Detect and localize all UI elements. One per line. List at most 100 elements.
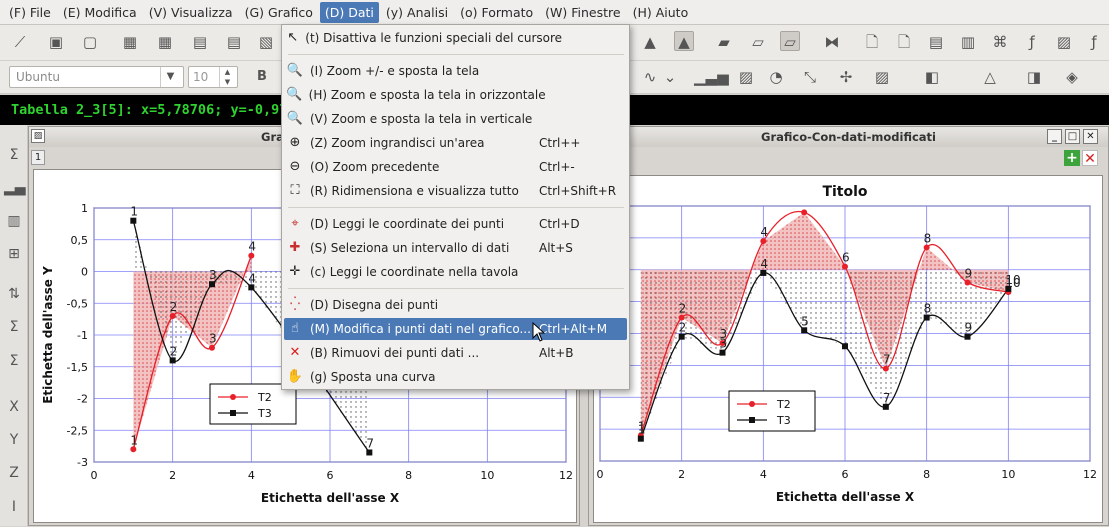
zoom-vertical-icon: 🔍: [286, 111, 304, 126]
close-button[interactable]: ✕: [1083, 129, 1098, 144]
menu-file[interactable]: (F) File: [4, 2, 56, 23]
x-axis-icon[interactable]: X: [4, 397, 24, 417]
menu-item-disable-cursor[interactable]: ↖ (t) Disattiva le funzioni speciali del …: [284, 27, 627, 49]
menu-finestre[interactable]: (W) Finestre: [540, 2, 625, 23]
image-icon[interactable]: ▨: [736, 67, 756, 87]
linked-icon[interactable]: ⧓: [822, 32, 842, 52]
mesh-alt-icon[interactable]: ▤: [224, 32, 244, 52]
new-table-icon[interactable]: ▤: [926, 32, 946, 52]
sum-rows-icon[interactable]: Σ: [4, 317, 24, 337]
3d-frame-icon[interactable]: ▢: [80, 32, 100, 52]
menu-grafico[interactable]: (G) Grafico: [240, 2, 318, 23]
font-size-spinbox[interactable]: ▲▼: [188, 66, 238, 88]
menu-modifica[interactable]: (E) Modifica: [58, 2, 142, 23]
menu-visualizza[interactable]: (V) Visualizza: [144, 2, 238, 23]
menu-item-remove-points[interactable]: ✕ (B) Rimuovi dei punti dati ... Alt+B: [284, 342, 627, 364]
surface-peak-icon[interactable]: ▲: [640, 32, 660, 52]
point-label: 8: [924, 302, 932, 316]
new-note-icon[interactable]: 🗋: [894, 32, 914, 52]
screen-reader-icon: ✛: [289, 264, 301, 279]
transform-icon[interactable]: ◈: [1062, 67, 1082, 87]
menu-item-zoom-horizontal[interactable]: 🔍 (H) Zoom e sposta la tela in orizzontal…: [284, 84, 627, 106]
curve-arrow-icon[interactable]: ⌄: [660, 67, 680, 87]
plane-outline-icon[interactable]: ▱: [780, 31, 800, 51]
sort-icon[interactable]: ⇅: [4, 284, 24, 304]
window-title-right: Grafico-Con-dati-modificati _ □ ✕: [589, 127, 1108, 147]
menu-item-zoom-area[interactable]: ⊕ (Z) Zoom ingrandisci un'area Ctrl++: [284, 132, 627, 154]
menu-item-read-table-coords[interactable]: ✛ (c) Leggi le coordinate nella tavola: [284, 261, 627, 283]
menu-formato[interactable]: (o) Formato: [455, 2, 538, 23]
menubar: (F) File (E) Modifica (V) Visualizza (G)…: [0, 0, 1109, 25]
maximize-button[interactable]: □: [1065, 129, 1080, 144]
font-family-select[interactable]: ▼: [9, 66, 184, 88]
font-size-input[interactable]: [189, 70, 219, 84]
bold-button[interactable]: B: [252, 67, 272, 87]
x-tick-label: 6: [327, 469, 334, 482]
add-layer-button[interactable]: +: [1064, 150, 1080, 166]
menu-dati[interactable]: (D) Dati: [319, 1, 379, 23]
crosshair-icon: ⌖: [291, 216, 299, 231]
sigma-icon[interactable]: Σ: [4, 145, 24, 165]
menu-analisi[interactable]: (y) Analisi: [381, 2, 453, 23]
new-graph-icon[interactable]: ⌘: [990, 32, 1010, 52]
menu-item-zoom-vertical[interactable]: 🔍 (V) Zoom e sposta la tela in verticale: [284, 108, 627, 130]
bar-chart-icon[interactable]: ▁▃▅: [694, 67, 729, 87]
grid-3d-alt-icon[interactable]: ▦: [155, 32, 175, 52]
function-fx-icon[interactable]: ƒ: [1084, 32, 1104, 52]
menu-item-move-curve[interactable]: ✋ (g) Sposta una curva: [284, 366, 627, 388]
point-label: 4: [760, 257, 768, 271]
remove-layer-button[interactable]: ✕: [1082, 150, 1098, 167]
minimize-button[interactable]: _: [1047, 129, 1062, 144]
curve-icon[interactable]: ∿: [640, 67, 660, 87]
menu-aiuto[interactable]: (H) Aiuto: [628, 2, 694, 23]
new-surface-icon[interactable]: ▨: [1054, 32, 1074, 52]
menu-item-rescale[interactable]: ⛶ (R) Ridimensiona e visualizza tutto Ctrl…: [284, 180, 627, 202]
x-tick-label: 8: [405, 469, 412, 482]
error-bar-icon[interactable]: I: [4, 497, 24, 517]
box-plot-icon[interactable]: ⊞: [4, 244, 24, 264]
plane-solid-icon[interactable]: ▰: [714, 32, 734, 52]
new-matrix-icon[interactable]: ▥: [958, 32, 978, 52]
stacked-layers-icon[interactable]: ◨: [1024, 67, 1044, 87]
image-plot-icon[interactable]: ▨: [872, 67, 892, 87]
cube-icon[interactable]: ▧: [256, 32, 276, 52]
y-axis-icon[interactable]: Y: [4, 430, 24, 450]
legend-entry: T3: [257, 407, 272, 420]
histogram-icon[interactable]: ▥: [4, 211, 24, 231]
zoom-out-icon: ⊖: [289, 159, 301, 174]
menu-item-read-coordinates[interactable]: ⌖ (D) Leggi le coordinate dei punti Ctrl+D: [284, 213, 627, 235]
z-axis-icon[interactable]: Z: [4, 463, 24, 483]
pie-chart-icon[interactable]: ◔: [766, 67, 786, 87]
bars-icon[interactable]: ▂▄: [4, 178, 26, 198]
plot-canvas-right[interactable]: 1 2 3 4 6 7 8 9 10 1 2 3 4 5 7 8 9 10 0 2 4 6 8 10 12 Etichetta d…: [593, 175, 1103, 523]
y-tick-label: -2,5: [67, 424, 88, 437]
grid-3d-icon[interactable]: ▦: [120, 32, 140, 52]
x-tick-label: 12: [559, 469, 573, 482]
3d-box-icon[interactable]: ▣: [46, 32, 66, 52]
layer-tab[interactable]: 1: [31, 150, 45, 165]
menu-item-select-range[interactable]: ✚ (S) Seleziona un intervallo di dati Alt+…: [284, 237, 627, 259]
menu-item-modify-points[interactable]: ☝ (M) Modifica i punti dati nel grafico..…: [284, 318, 627, 340]
spin-arrows-icon[interactable]: ▲ ▼: [219, 67, 235, 87]
chevron-down-icon[interactable]: ▼: [160, 67, 180, 87]
font-family-input[interactable]: [10, 70, 160, 84]
point-label: 7: [883, 353, 891, 367]
plane-dotted-icon[interactable]: ▱: [748, 32, 768, 52]
new-file-icon[interactable]: 🗋: [862, 32, 882, 52]
mesh-icon[interactable]: ▤: [190, 32, 210, 52]
draw-points-icon: ⁛: [289, 297, 301, 312]
line-plot-icon[interactable]: ⟋: [10, 32, 30, 52]
layers-icon[interactable]: ◧: [922, 67, 942, 87]
zoom-in-icon: ⊕: [289, 135, 301, 150]
menu-item-draw-points[interactable]: ⁛ (D) Disegna dei punti: [284, 294, 627, 316]
surface-mesh-icon[interactable]: ▲: [674, 31, 694, 51]
triangle-mesh-icon[interactable]: △: [980, 67, 1000, 87]
hand-drag-icon: ✋: [286, 369, 304, 384]
vector-icon[interactable]: ⤡: [800, 67, 820, 87]
crossing-icon[interactable]: ✢: [836, 67, 856, 87]
menu-item-zoom-pan[interactable]: 🔍 (I) Zoom +/- e sposta la tela: [284, 60, 627, 82]
new-function-icon[interactable]: ƒ: [1022, 32, 1042, 52]
sum-cols-icon[interactable]: Σ: [4, 351, 24, 371]
y-tick-label: 0,5: [71, 234, 89, 247]
menu-item-zoom-previous[interactable]: ⊖ (O) Zoom precedente Ctrl+-: [284, 156, 627, 178]
